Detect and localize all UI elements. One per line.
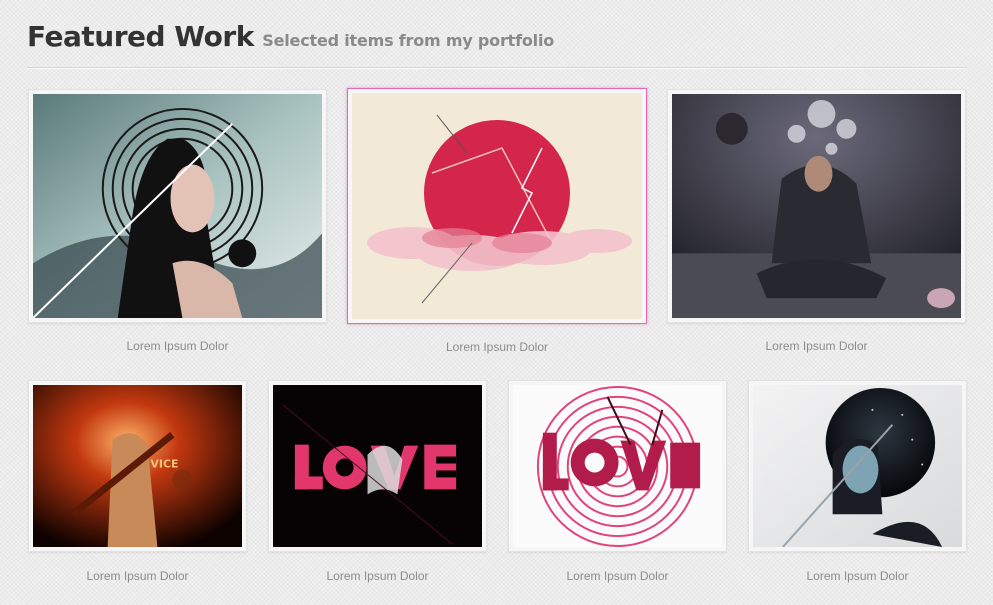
red-sun-clouds-artwork: [352, 93, 642, 319]
portfolio-thumbnail[interactable]: [508, 380, 727, 552]
portfolio-caption: Lorem Ipsum Dolor: [566, 569, 669, 583]
portfolio-thumbnail[interactable]: [268, 380, 487, 552]
page-subtitle: Selected items from my portfolio: [262, 31, 555, 50]
portfolio-caption: Lorem Ipsum Dolor: [86, 569, 189, 583]
portfolio-item[interactable]: VICE Lorem Ipsum Dolor: [28, 380, 247, 583]
portfolio-item[interactable]: Lorem Ipsum Dolor: [748, 380, 967, 583]
praying-man-explosion-artwork: [672, 94, 961, 318]
love-typography-rings-artwork: [513, 385, 722, 547]
portfolio-thumbnail[interactable]: [748, 380, 967, 552]
portfolio-item[interactable]: Lorem Ipsum Dolor: [508, 380, 727, 583]
fire-woman-bat-artwork: VICE: [33, 385, 242, 547]
page-title: Featured Work: [27, 20, 254, 53]
portfolio-thumbnail[interactable]: [28, 89, 327, 323]
portfolio-caption: Lorem Ipsum Dolor: [326, 569, 429, 583]
portfolio-item[interactable]: Lorem Ipsum Dolor: [28, 89, 327, 353]
portfolio-thumbnail[interactable]: VICE: [28, 380, 247, 552]
portfolio-caption: Lorem Ipsum Dolor: [445, 340, 549, 354]
portfolio-item[interactable]: Lorem Ipsum Dolor: [347, 88, 647, 354]
portrait-woman-circles-artwork: [33, 94, 322, 318]
love-typography-dark-artwork: [273, 385, 482, 547]
portfolio-item[interactable]: Lorem Ipsum Dolor: [268, 380, 487, 583]
portfolio-thumbnail[interactable]: [347, 88, 647, 324]
portfolio-thumbnail[interactable]: [667, 89, 966, 323]
portfolio-caption: Lorem Ipsum Dolor: [806, 569, 909, 583]
page-header: Featured Work Selected items from my por…: [27, 20, 554, 53]
woman-space-circle-artwork: [753, 385, 962, 547]
portfolio-caption: Lorem Ipsum Dolor: [126, 339, 229, 353]
header-divider: [27, 67, 967, 69]
portfolio-caption: Lorem Ipsum Dolor: [765, 339, 868, 353]
portfolio-item[interactable]: Lorem Ipsum Dolor: [667, 89, 966, 353]
svg-text:VICE: VICE: [150, 457, 178, 470]
